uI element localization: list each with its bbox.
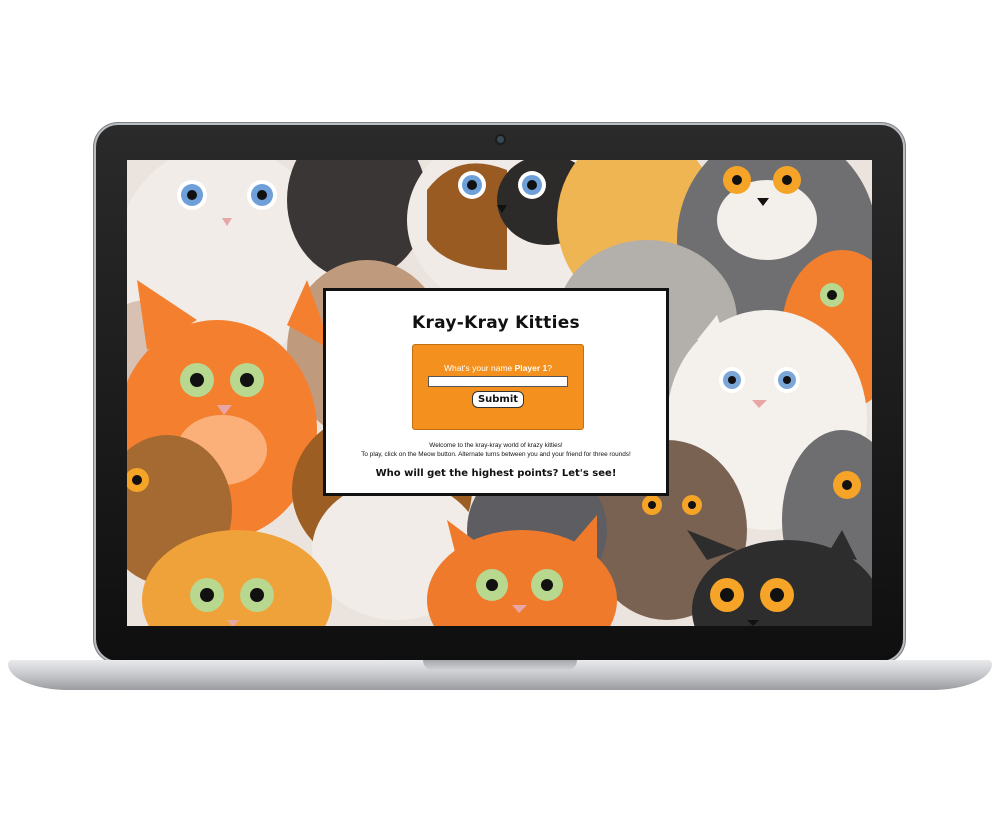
player-name-form: What's your name Player 1? Submit [412, 344, 584, 430]
name-prompt: What's your name Player 1? [413, 363, 583, 373]
tagline: Who will get the highest points? Let's s… [375, 468, 617, 479]
webcam-icon [497, 136, 504, 143]
submit-button[interactable]: Submit [472, 391, 524, 408]
welcome-dialog: Kray-Kray Kitties What's your name Playe… [323, 288, 669, 496]
screen: Kray-Kray Kitties What's your name Playe… [127, 160, 872, 626]
name-prompt-suffix: ? [547, 363, 552, 373]
laptop-notch [423, 660, 577, 670]
player-name-input[interactable] [428, 376, 568, 387]
name-prompt-prefix: What's your name [444, 363, 513, 373]
game-title: Kray-Kray Kitties [412, 313, 580, 333]
instructions-line-1: Welcome to the kray-kray world of krazy … [429, 442, 563, 449]
instructions-line-2: To play, click on the Meow button. Alter… [361, 451, 631, 458]
instructions: Welcome to the kray-kray world of krazy … [326, 441, 666, 459]
player-label: Player 1 [514, 363, 548, 373]
